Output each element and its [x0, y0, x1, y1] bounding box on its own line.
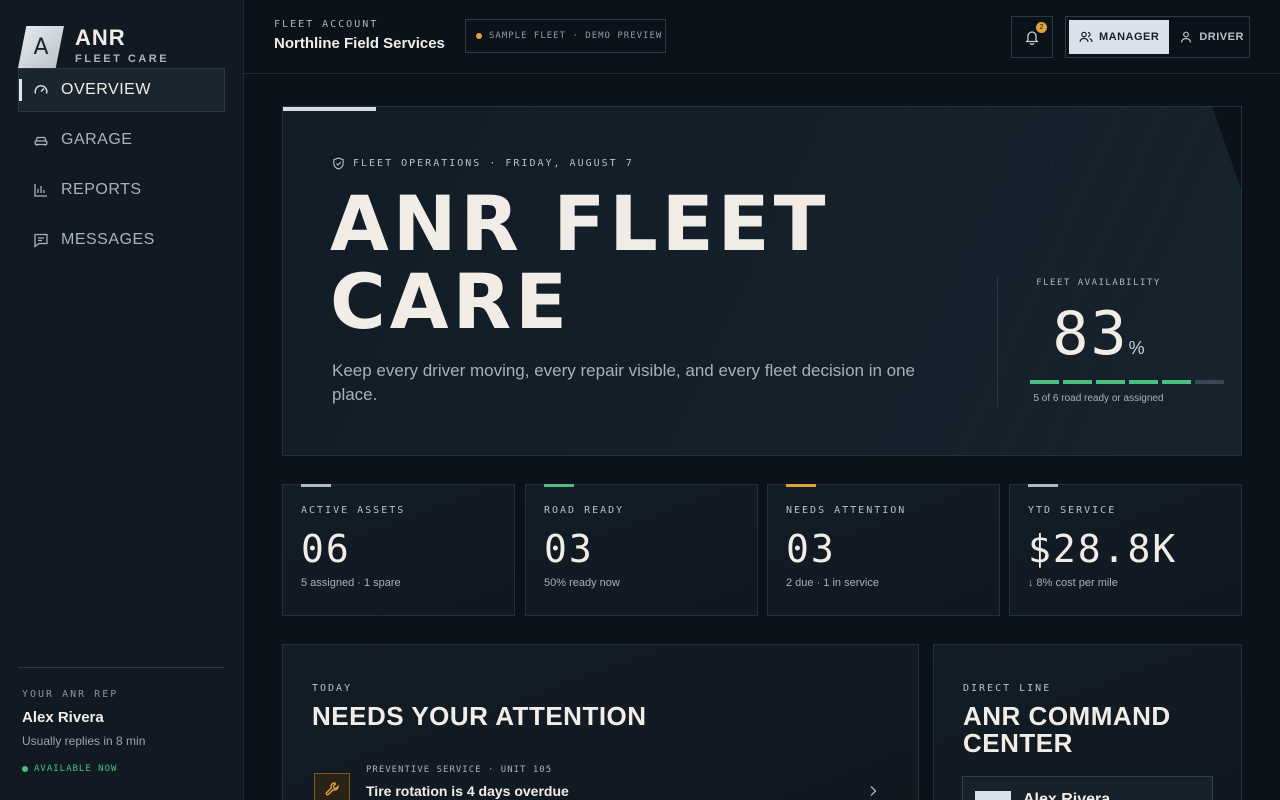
- nav-label: MESSAGES: [61, 231, 155, 248]
- rep-label: YOUR ANR REP: [22, 689, 119, 700]
- stat-label: NEEDS ATTENTION: [786, 505, 907, 516]
- account-label: FLEET ACCOUNT: [274, 19, 379, 30]
- brand-subtitle: FLEET CARE: [75, 53, 170, 65]
- availability-segment: [1129, 380, 1158, 384]
- contact-card[interactable]: Alex Rivera: [962, 776, 1213, 800]
- nav-label: REPORTS: [61, 181, 142, 198]
- wrench-icon: [314, 773, 350, 800]
- rep-response-note: Usually replies in 8 min: [22, 734, 146, 748]
- brand-name: ANR: [75, 25, 126, 50]
- notification-count-badge: 2: [1036, 22, 1047, 33]
- stat-card-active-assets[interactable]: ACTIVE ASSETS 06 5 assigned · 1 spare: [282, 484, 515, 616]
- stat-card-road-ready[interactable]: ROAD READY 03 50% ready now: [525, 484, 758, 616]
- nav-item-reports[interactable]: REPORTS: [18, 168, 225, 212]
- availability-segment: [1096, 380, 1125, 384]
- availability-value: 83%: [998, 299, 1199, 369]
- rep-status: AVAILABLE NOW: [22, 764, 221, 774]
- availability-note: 5 of 6 road ready or assigned: [1033, 393, 1164, 404]
- hero-eyebrow-text: FLEET OPERATIONS · FRIDAY, AUGUST 7: [353, 158, 634, 169]
- attention-item[interactable]: PREVENTIVE SERVICE · UNIT 105 Tire rotat…: [312, 765, 888, 800]
- panel-title-line-2: CENTER: [963, 728, 1073, 758]
- notifications-button[interactable]: 2: [1011, 16, 1053, 58]
- stat-accent-bar: [301, 484, 331, 487]
- panel-title: ANR COMMAND CENTER: [963, 703, 1171, 757]
- rep-card: YOUR ANR REP Alex Rivera Usually replies…: [18, 667, 225, 774]
- nav-item-overview[interactable]: OVERVIEW: [18, 68, 225, 112]
- main-nav: OVERVIEW GARAGE REPORTS MESSAGES: [18, 68, 225, 268]
- user-icon: [1181, 31, 1192, 43]
- brand-logo[interactable]: A ANR FLEET CARE: [18, 26, 169, 68]
- stat-subtext: ↓ 8% cost per mile: [1028, 577, 1118, 589]
- stat-accent-bar: [544, 484, 574, 487]
- stat-value: 03: [786, 527, 836, 571]
- stat-label: ACTIVE ASSETS: [301, 505, 406, 516]
- bar-chart-icon: [33, 182, 49, 198]
- attention-item-meta: PREVENTIVE SERVICE · UNIT 105: [366, 765, 553, 775]
- stat-subtext: 2 due · 1 in service: [786, 577, 879, 589]
- account-name[interactable]: Northline Field Services: [274, 35, 445, 52]
- fleet-availability: FLEET AVAILABILITY 83% 5 of 6 road ready…: [997, 277, 1224, 407]
- brand-mark: A: [18, 26, 64, 68]
- stat-value: 06: [301, 527, 351, 571]
- role-driver-label: DRIVER: [1199, 31, 1244, 43]
- stat-subtext: 5 assigned · 1 spare: [301, 577, 401, 589]
- stat-label: ROAD READY: [544, 505, 625, 516]
- page-title-line-1: ANR FLEET: [330, 179, 830, 268]
- contact-name: Alex Rivera: [1023, 791, 1111, 800]
- panel-label: TODAY: [312, 683, 353, 694]
- status-dot-icon: [476, 33, 482, 39]
- role-manager-button[interactable]: MANAGER: [1069, 20, 1170, 54]
- page-title: ANR FLEET CARE: [330, 185, 970, 341]
- gauge-icon: [33, 82, 49, 98]
- sample-fleet-badge: SAMPLE FLEET · DEMO PREVIEW: [465, 19, 666, 53]
- nav-label: GARAGE: [61, 131, 133, 148]
- role-driver-button[interactable]: DRIVER: [1169, 20, 1254, 54]
- availability-segment: [1063, 380, 1092, 384]
- command-center-panel: DIRECT LINE ANR COMMAND CENTER Alex Rive…: [933, 644, 1242, 800]
- status-dot-icon: [22, 766, 28, 772]
- panel-title: NEEDS YOUR ATTENTION: [312, 701, 647, 731]
- stat-subtext: 50% ready now: [544, 577, 620, 589]
- availability-unit: %: [1128, 338, 1145, 358]
- stat-value: 03: [544, 527, 594, 571]
- rep-name[interactable]: Alex Rivera: [22, 709, 221, 726]
- topbar: FLEET ACCOUNT Northline Field Services S…: [244, 0, 1280, 74]
- nav-item-garage[interactable]: GARAGE: [18, 118, 225, 162]
- rep-status-text: AVAILABLE NOW: [34, 764, 118, 774]
- chevron-right-icon: [870, 786, 877, 796]
- panel-label: DIRECT LINE: [963, 683, 1052, 694]
- hero-description: Keep every driver moving, every repair v…: [332, 361, 916, 404]
- message-icon: [33, 232, 49, 248]
- stat-label: YTD SERVICE: [1028, 505, 1117, 516]
- page-title-line-2: CARE: [330, 257, 572, 346]
- stat-value: $28.8K: [1028, 527, 1178, 571]
- hero-accent-bar: [283, 107, 376, 111]
- availability-label: FLEET AVAILABILITY: [1036, 278, 1161, 288]
- availability-segment: [1030, 380, 1059, 384]
- panel-title-line-1: ANR COMMAND: [963, 701, 1171, 731]
- role-switch: MANAGER DRIVER: [1065, 16, 1250, 58]
- nav-item-messages[interactable]: MESSAGES: [18, 218, 225, 262]
- sidebar: A ANR FLEET CARE OVERVIEW GARAGE REPORTS: [0, 0, 244, 800]
- availability-meter: [1030, 380, 1228, 384]
- needs-attention-panel: TODAY NEEDS YOUR ATTENTION PREVENTIVE SE…: [282, 644, 919, 800]
- shield-icon: [333, 157, 344, 170]
- availability-segment: [1195, 380, 1224, 384]
- availability-number: 83: [1052, 299, 1129, 369]
- stat-accent-bar: [786, 484, 816, 487]
- users-icon: [1079, 31, 1093, 43]
- avatar: [975, 791, 1011, 800]
- hero-eyebrow: FLEET OPERATIONS · FRIDAY, AUGUST 7: [332, 157, 634, 170]
- attention-item-title: Tire rotation is 4 days overdue: [366, 783, 569, 799]
- car-icon: [33, 132, 49, 148]
- stat-card-needs-attention[interactable]: NEEDS ATTENTION 03 2 due · 1 in service: [767, 484, 1000, 616]
- stat-accent-bar: [1028, 484, 1058, 487]
- role-manager-label: MANAGER: [1099, 31, 1160, 43]
- nav-label: OVERVIEW: [61, 81, 151, 98]
- sample-badge-text: SAMPLE FLEET · DEMO PREVIEW: [489, 31, 663, 41]
- stat-card-ytd-service[interactable]: YTD SERVICE $28.8K ↓ 8% cost per mile: [1009, 484, 1242, 616]
- hero-banner: FLEET OPERATIONS · FRIDAY, AUGUST 7 ANR …: [282, 106, 1242, 456]
- availability-segment: [1162, 380, 1191, 384]
